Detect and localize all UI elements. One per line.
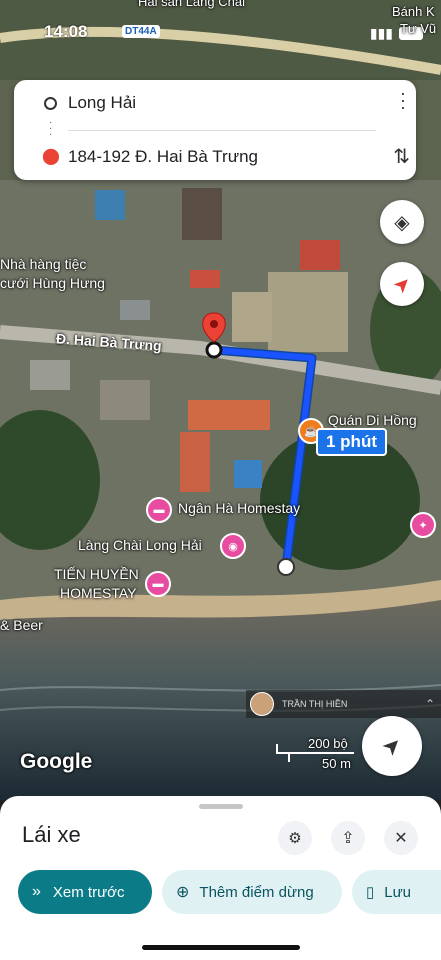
road-badge: DT44A — [122, 25, 160, 38]
place-label-homestay[interactable]: Ngân Hà Homestay — [178, 500, 300, 516]
navigation-arrow-icon: ➤ — [376, 730, 408, 762]
place-label-village[interactable]: Làng Chài Long Hải — [78, 537, 202, 553]
scale-metric: 50 m — [322, 756, 351, 771]
place-label-tienhuyen-2[interactable]: HOMESTAY — [60, 585, 137, 601]
place-label-restaurant-2[interactable]: cưới Hùng Hưng — [0, 275, 105, 291]
contributor-strip[interactable]: TRẦN THỊ HIỀN ⌃ — [246, 690, 441, 718]
place-label-beer[interactable]: & Beer — [0, 617, 43, 633]
google-logo: Google — [20, 750, 93, 773]
connector-dots: · · · — [49, 117, 53, 140]
compass-button[interactable]: ➤ — [380, 262, 424, 306]
recenter-button[interactable]: ➤ — [362, 716, 422, 776]
place-label-top-right[interactable]: Bánh K — [392, 4, 435, 19]
home-indicator — [142, 945, 300, 950]
share-icon: ⇪ — [341, 830, 355, 847]
place-label-top[interactable]: Hải sản Làng Chài — [138, 0, 245, 9]
place-label-cafe[interactable]: Quán Di Hồng — [328, 412, 417, 428]
resort-icon[interactable]: ✦ — [410, 512, 436, 538]
close-button[interactable]: ✕ — [384, 821, 418, 855]
close-icon: ✕ — [394, 830, 408, 847]
contributor-name: TRẦN THỊ HIỀN — [282, 699, 348, 709]
preview-label: Xem trước — [52, 883, 125, 901]
save-label: Lưu — [384, 883, 411, 901]
more-options-icon[interactable]: · · · — [400, 84, 406, 116]
directions-card: Long Hải · · · ⬤ 184-192 Đ. Hai Bà Trưng ·… — [14, 80, 416, 180]
origin-field[interactable]: Long Hải — [68, 93, 136, 113]
destination-pin-icon: ⬤ — [42, 148, 60, 165]
destination-field[interactable]: 184-192 Đ. Hai Bà Trưng — [68, 147, 258, 167]
compass-icon: ➤ — [388, 270, 417, 299]
card-divider — [68, 130, 376, 131]
origin-dot-icon — [44, 97, 57, 110]
status-time: 14:08 — [44, 22, 88, 41]
drag-handle[interactable] — [199, 804, 243, 809]
hotel-icon-2[interactable]: ▬ — [145, 571, 171, 597]
share-button[interactable]: ⇪ — [331, 821, 365, 855]
hotel-icon[interactable]: ▬ — [146, 497, 172, 523]
place-label-tienhuyen-1[interactable]: TIẾN HUYỀN — [54, 566, 139, 582]
save-button[interactable]: ▯ Lưu — [352, 870, 441, 914]
expand-icon[interactable]: ⌃ — [425, 697, 435, 711]
scale-bar: 200 bộ 50 m — [276, 736, 356, 771]
add-stop-label: Thêm điểm dừng — [199, 883, 314, 901]
mode-title: Lái xe — [22, 822, 81, 847]
camera-icon[interactable]: ◉ — [220, 533, 246, 559]
double-chevron-icon: » — [32, 883, 41, 900]
place-label-restaurant-1[interactable]: Nhà hàng tiệc — [0, 256, 86, 272]
swap-icon[interactable]: ⇅ — [393, 144, 410, 169]
sliders-icon: ⚙ — [288, 830, 302, 847]
layers-icon: ◈ — [394, 211, 410, 234]
eta-badge: 1 phút — [316, 428, 387, 456]
scale-imperial: 200 bộ — [308, 736, 348, 751]
place-label-top-right-2[interactable]: Tư Vũ — [400, 21, 436, 36]
preview-button[interactable]: » Xem trước — [18, 870, 152, 914]
bookmark-icon: ▯ — [366, 884, 375, 901]
add-location-icon: ⊕ — [176, 884, 190, 901]
add-stop-button[interactable]: ⊕ Thêm điểm dừng — [162, 870, 342, 914]
signal-icon: ▮▮▮ — [369, 25, 393, 41]
avatar — [250, 692, 274, 716]
layers-button[interactable]: ◈ — [380, 200, 424, 244]
route-options-button[interactable]: ⚙ — [278, 821, 312, 855]
